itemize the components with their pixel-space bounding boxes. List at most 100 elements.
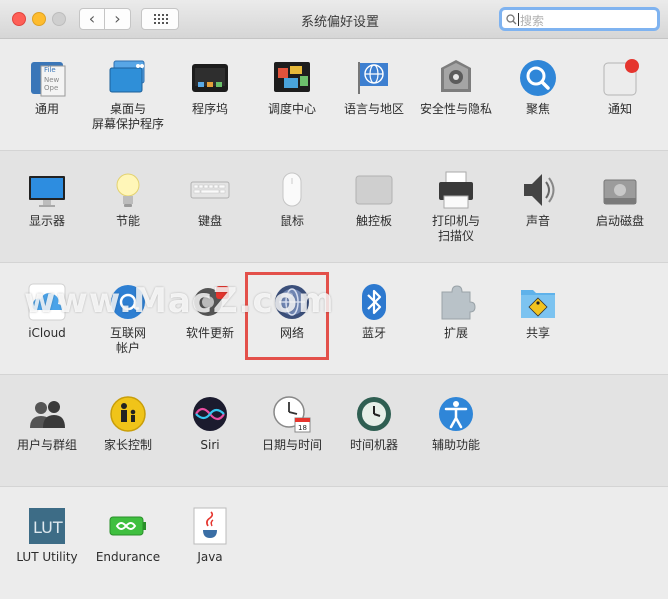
pref-label: 鼠标 [279, 214, 304, 228]
grid-icon [154, 14, 168, 24]
pref-parental-controls[interactable]: 家长控制 [86, 394, 170, 453]
siri-icon [190, 394, 230, 434]
search-input[interactable]: 搜索 [499, 7, 660, 31]
pref-general[interactable]: File New Ope 通用 [5, 58, 89, 117]
pref-label: Endurance [95, 550, 161, 564]
general-icon: File New Ope [27, 58, 67, 98]
pref-mouse[interactable]: 鼠标 [250, 170, 334, 229]
pref-label: 触控板 [355, 214, 392, 228]
pref-startup-disk[interactable]: 启动磁盘 [578, 170, 662, 229]
pref-keyboard[interactable]: 键盘 [168, 170, 252, 229]
security-icon [436, 58, 476, 98]
pref-time-machine[interactable]: 时间机器 [332, 394, 416, 453]
forward-button[interactable]: › [105, 8, 131, 30]
bluetooth-icon [354, 282, 394, 322]
close-button[interactable] [12, 12, 26, 26]
users-icon [27, 394, 67, 434]
startup-disk-icon [600, 170, 640, 210]
pref-security-privacy[interactable]: 安全性与隐私 [414, 58, 498, 117]
minimize-button[interactable] [32, 12, 46, 26]
pref-users-groups[interactable]: 用户与群组 [5, 394, 89, 453]
time-machine-icon [354, 394, 394, 434]
pref-extensions[interactable]: 扩展 [414, 282, 498, 341]
svg-text:File: File [44, 66, 56, 74]
printer-icon [436, 170, 476, 210]
pref-trackpad[interactable]: 触控板 [332, 170, 416, 229]
extensions-icon [436, 282, 476, 322]
svg-text:Ope: Ope [44, 84, 58, 92]
pref-label: 节能 [115, 214, 140, 228]
show-all-button[interactable] [141, 8, 179, 30]
pref-sound[interactable]: 声音 [496, 170, 580, 229]
pref-label: 启动磁盘 [595, 214, 644, 228]
pref-label: 程序坞 [191, 102, 228, 116]
pref-sharing[interactable]: 共享 [496, 282, 580, 341]
system-preferences-window: ‹ › 系统偏好设置 搜索 File New Ope 通用 桌面与 屏幕保护程序… [0, 0, 668, 598]
sharing-icon [518, 282, 558, 322]
pref-label: Siri [200, 438, 220, 452]
desktop-icon [108, 58, 148, 98]
svg-text:18: 18 [298, 424, 307, 432]
search-placeholder: 搜索 [520, 14, 545, 28]
pref-label: 辅助功能 [431, 438, 480, 452]
lut-icon: LUT [27, 506, 67, 546]
pref-dock[interactable]: 程序坞 [168, 58, 252, 117]
pref-energy-saver[interactable]: 节能 [86, 170, 170, 229]
text-caret [518, 13, 519, 26]
pref-label: 语言与地区 [343, 102, 404, 116]
language-icon [354, 58, 394, 98]
pref-label: 安全性与隐私 [419, 102, 492, 116]
pref-label: 聚焦 [525, 102, 550, 116]
mouse-icon [272, 170, 312, 210]
pref-accessibility[interactable]: 辅助功能 [414, 394, 498, 453]
dock-icon [190, 58, 230, 98]
keyboard-icon [190, 170, 230, 210]
notifications-icon [600, 58, 640, 98]
pref-label: 通知 [607, 102, 632, 116]
pref-label: 日期与时间 [261, 438, 322, 452]
pref-label: 打印机与 扫描仪 [431, 214, 480, 243]
pref-bluetooth[interactable]: 蓝牙 [332, 282, 416, 341]
pref-label: LUT Utility [16, 550, 78, 564]
parental-icon [108, 394, 148, 434]
trackpad-icon [354, 170, 394, 210]
svg-text:New: New [44, 76, 60, 84]
pref-desktop-screensaver[interactable]: 桌面与 屏幕保护程序 [86, 58, 170, 132]
endurance-icon [108, 506, 148, 546]
pref-label: 显示器 [28, 214, 65, 228]
pref-label: 家长控制 [103, 438, 152, 452]
pref-label: 扩展 [443, 326, 468, 340]
svg-text:LUT: LUT [33, 518, 63, 537]
pref-spotlight[interactable]: 聚焦 [496, 58, 580, 117]
pref-language-region[interactable]: 语言与地区 [332, 58, 416, 117]
pref-displays[interactable]: 显示器 [5, 170, 89, 229]
mission-control-icon [272, 58, 312, 98]
watermark-text: www.MacZ.com [24, 281, 335, 321]
pref-label: 键盘 [197, 214, 222, 228]
pref-label: 声音 [525, 214, 550, 228]
pref-label: 用户与群组 [16, 438, 77, 452]
energy-icon [108, 170, 148, 210]
pref-label: 共享 [525, 326, 550, 340]
search-icon [506, 14, 517, 25]
window-title: 系统偏好设置 [300, 15, 379, 30]
pref-label: 互联网 帐户 [109, 326, 146, 355]
pref-label: 时间机器 [349, 438, 398, 452]
pref-siri[interactable]: Siri [168, 394, 252, 453]
zoom-button[interactable] [52, 12, 66, 26]
sound-icon [518, 170, 558, 210]
pref-printers-scanners[interactable]: 打印机与 扫描仪 [414, 170, 498, 244]
pref-label: 蓝牙 [361, 326, 386, 340]
pref-date-time[interactable]: 18 日期与时间 [250, 394, 334, 453]
pref-java[interactable]: Java [168, 506, 252, 565]
java-icon [190, 506, 230, 546]
pref-label: 桌面与 屏幕保护程序 [91, 102, 164, 131]
back-button[interactable]: ‹ [79, 8, 105, 30]
pref-label: 软件更新 [185, 326, 234, 340]
pref-endurance[interactable]: Endurance [86, 506, 170, 565]
pref-notifications[interactable]: 通知 [578, 58, 662, 117]
pref-mission-control[interactable]: 调度中心 [250, 58, 334, 117]
pref-label: 通用 [34, 102, 59, 116]
pref-lut-utility[interactable]: LUT LUT Utility [5, 506, 89, 565]
spotlight-icon [518, 58, 558, 98]
